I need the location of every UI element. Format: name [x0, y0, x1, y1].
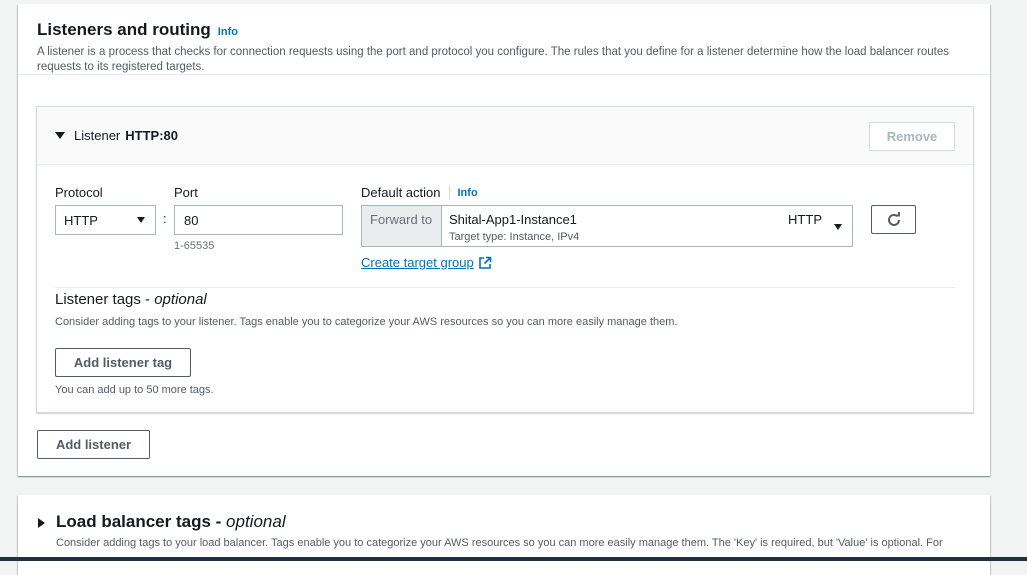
chevron-down-icon	[834, 224, 842, 230]
lb-tags-optional: optional	[226, 512, 286, 531]
remove-listener-button[interactable]: Remove	[869, 122, 955, 151]
create-target-group-label: Create target group	[361, 255, 474, 270]
external-link-icon	[478, 256, 492, 269]
caret-down-icon[interactable]	[55, 132, 65, 139]
listener-label: Listener	[74, 128, 121, 143]
protocol-select[interactable]: HTTP	[55, 205, 156, 235]
tags-remaining: You can add up to 50 more tags.	[55, 384, 214, 396]
listeners-routing-header: Listeners and routing Info A listener is…	[18, 4, 990, 75]
port-hint: 1-65535	[174, 240, 215, 252]
listener-tags-optional: optional	[154, 291, 207, 308]
target-type: Target type: Instance, IPv4	[449, 231, 580, 243]
protocol-value: HTTP	[64, 213, 98, 228]
default-action-label: Default action	[361, 185, 441, 200]
add-listener-tag-button[interactable]: Add listener tag	[55, 348, 191, 377]
create-target-group-link[interactable]: Create target group	[361, 255, 492, 270]
section-title: Listeners and routing	[37, 20, 211, 39]
port-input[interactable]: 80	[174, 205, 343, 235]
default-action-label-row: Default action Info	[361, 185, 478, 200]
forward-to-addon: Forward to	[361, 205, 441, 247]
listener-card-header[interactable]: Listener HTTP:80 Remove	[37, 107, 973, 165]
refresh-icon	[887, 211, 900, 226]
lb-tags-title-text: Load balancer tags -	[56, 512, 227, 531]
listener-tags-description: Consider adding tags to your listener. T…	[55, 316, 678, 328]
lb-tags-description: Consider adding tags to your load balanc…	[56, 537, 943, 549]
port-label: Port	[174, 185, 198, 200]
listeners-routing-panel: Listeners and routing Info A listener is…	[18, 4, 990, 476]
listener-name: HTTP:80	[125, 128, 178, 143]
lb-tags-title[interactable]: Load balancer tags - optional	[56, 512, 286, 532]
target-group-select[interactable]: Shital-App1-Instance1 Target type: Insta…	[441, 205, 853, 247]
listener-tags-title-text: Listener tags -	[55, 291, 155, 308]
protocol-label: Protocol	[55, 185, 103, 200]
divider	[55, 287, 955, 288]
forward-to-label: Forward to	[370, 212, 433, 227]
protocol-port-separator: :	[163, 211, 167, 226]
target-group-protocol: HTTP	[788, 212, 822, 227]
default-action-info-link[interactable]: Info	[458, 187, 478, 199]
port-value: 80	[184, 213, 199, 228]
load-balancer-tags-panel: Load balancer tags - optional Consider a…	[18, 495, 990, 575]
refresh-button[interactable]	[871, 205, 916, 234]
target-group-name: Shital-App1-Instance1	[449, 212, 577, 227]
bottom-bar	[0, 557, 1027, 561]
listener-card: Listener HTTP:80 Remove Protocol HTTP : P…	[36, 106, 974, 413]
chevron-down-icon	[137, 217, 145, 223]
caret-right-icon[interactable]	[38, 518, 45, 528]
section-description: A listener is a process that checks for …	[37, 46, 950, 73]
add-listener-button[interactable]: Add listener	[37, 430, 150, 459]
section-info-link[interactable]: Info	[218, 26, 238, 38]
listener-tags-title: Listener tags - optional	[55, 291, 207, 308]
